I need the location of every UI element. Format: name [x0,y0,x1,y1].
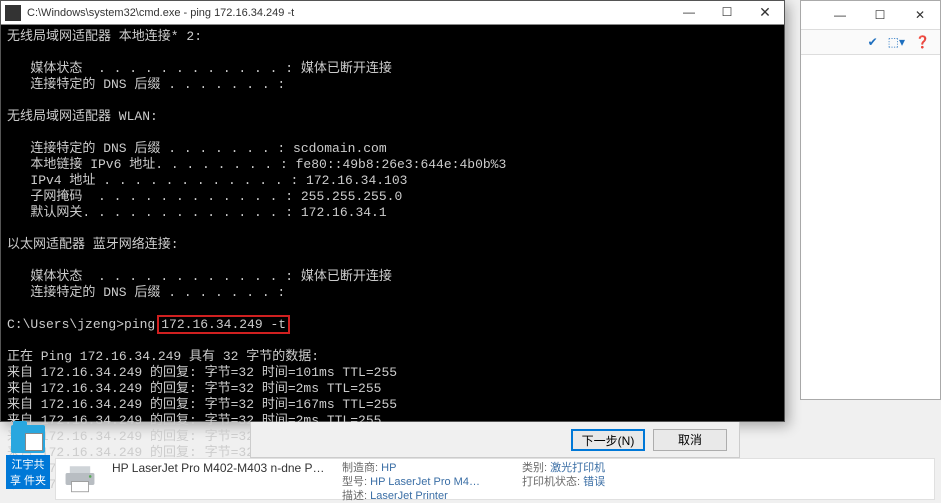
bg-maximize-button[interactable]: ☐ [860,1,900,29]
status-label: 打印机状态: [522,476,580,488]
cmd-title: C:\Windows\system32\cmd.exe - ping 172.1… [25,7,670,19]
background-window: — ☐ ✕ ✔ ⬚▾ ❓ [800,0,941,400]
printer-name: HP LaserJet Pro M402-M403 n-dne P… [112,461,326,475]
cancel-button[interactable]: 取消 [653,429,727,451]
bg-toolbar: ✔ ⬚▾ ❓ [801,29,940,55]
bg-minimize-button[interactable]: — [820,1,860,29]
desktop-icon-label: 江宇共享 件夹 [6,455,50,489]
bg-titlebar: — ☐ ✕ [801,1,940,29]
cmd-text-pre: 无线局域网适配器 本地连接* 2: 媒体状态 . . . . . . . . .… [7,29,506,300]
cmd-titlebar[interactable]: C:\Windows\system32\cmd.exe - ping 172.1… [1,1,784,25]
printer-list-item[interactable]: HP LaserJet Pro M402-M403 n-dne P… 制造商: … [55,458,935,500]
mfr-value: HP [381,462,396,474]
mfr-label: 制造商: [342,462,378,474]
folder-icon [11,425,45,453]
model-value: HP LaserJet Pro M4… [370,476,480,488]
cmd-window: C:\Windows\system32\cmd.exe - ping 172.1… [0,0,785,422]
model-label: 型号: [342,476,367,488]
cat-value: 激光打印机 [550,462,605,474]
help-icon[interactable]: ❓ [915,35,930,49]
printer-icon [56,459,104,499]
checkmark-icon[interactable]: ✔ [868,35,878,49]
desc-label: 描述: [342,490,367,502]
cmd-icon [5,5,21,21]
cat-label: 类别: [522,462,547,474]
cmd-minimize-button[interactable]: — [670,1,708,24]
status-value: 错误 [583,476,605,488]
view-dropdown-icon[interactable]: ⬚▾ [888,35,905,49]
cmd-prompt: C:\Users\jzeng>ping [7,317,155,332]
desktop-shared-folder-icon[interactable]: 江宇共享 件夹 [6,425,50,473]
desc-value: LaserJet Printer [370,490,448,502]
wizard-button-row: 下一步(N) 取消 [250,422,740,458]
next-button[interactable]: 下一步(N) [571,429,645,451]
bg-close-button[interactable]: ✕ [900,1,940,29]
ping-command-highlight: 172.16.34.249 -t [157,315,290,334]
cmd-close-button[interactable]: ✕ [746,1,784,24]
cmd-maximize-button[interactable]: ☐ [708,1,746,24]
